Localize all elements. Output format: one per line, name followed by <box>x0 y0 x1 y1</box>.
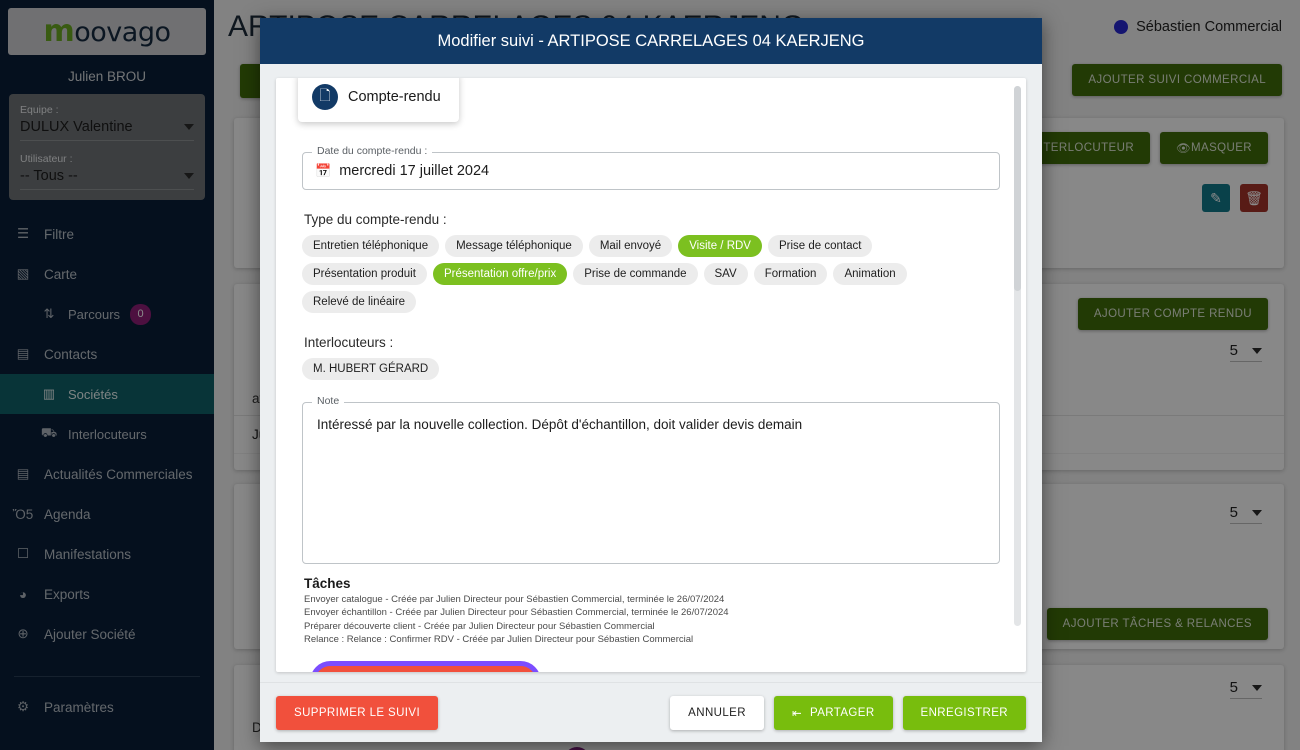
delete-compte-rendu-button[interactable]: SUPPRIMER LE COMPTE-RENDU <box>315 665 536 672</box>
compte-rendu-form: 🗋 Compte-rendu Date du compte-rendu : 📅 … <box>276 78 1026 672</box>
type-chip[interactable]: SAV <box>703 263 748 285</box>
note-field[interactable]: Note Intéressé par la nouvelle collectio… <box>302 395 1000 564</box>
document-icon: 🗋 <box>312 84 338 110</box>
tasks-title: Tâches <box>304 576 351 591</box>
type-chip[interactable]: Présentation offre/prix <box>432 263 568 285</box>
task-item: Envoyer échantillon - Créée par Julien D… <box>304 607 729 619</box>
date-field-value: mercredi 17 juillet 2024 <box>339 163 490 179</box>
interlocuteur-chip-group: M. HUBERT GÉRARD <box>302 358 962 380</box>
task-item: Relance : Relance : Confirmer RDV - Créé… <box>304 634 694 646</box>
type-chip[interactable]: Animation <box>833 263 907 285</box>
type-chip[interactable]: Prise de contact <box>767 235 873 257</box>
task-item: Préparer découverte client - Créée par J… <box>304 620 655 632</box>
type-chip[interactable]: Message téléphonique <box>445 235 583 257</box>
note-textarea[interactable]: Intéressé par la nouvelle collection. Dé… <box>317 415 985 435</box>
tasks-list: Envoyer catalogue - Créée par Julien Dir… <box>302 593 1000 647</box>
cancel-button[interactable]: ANNULER <box>670 695 764 730</box>
date-field[interactable]: Date du compte-rendu : 📅 mercredi 17 jui… <box>302 145 1000 190</box>
share-label: PARTAGER <box>809 706 875 719</box>
type-chip[interactable]: Mail envoyé <box>588 235 673 257</box>
modal-body: 🗋 Compte-rendu Date du compte-rendu : 📅 … <box>260 64 1042 682</box>
type-chip[interactable]: Relevé de linéaire <box>302 291 417 313</box>
app-root: moovago Julien BROU Equipe : DULUX Valen… <box>0 0 1300 750</box>
modal-scrollbar-track[interactable] <box>1014 86 1021 626</box>
type-pill-label: Compte-rendu <box>348 89 441 105</box>
type-chip[interactable]: Présentation produit <box>302 263 427 285</box>
date-field-legend: Date du compte-rendu : <box>312 145 433 157</box>
type-chip[interactable]: Prise de commande <box>573 263 698 285</box>
compte-rendu-type-pill[interactable]: 🗋 Compte-rendu <box>298 78 459 122</box>
type-chip[interactable]: Visite / RDV <box>678 235 762 257</box>
type-chip-group: Entretien téléphonique Message téléphoniq… <box>302 235 962 313</box>
modal-title: Modifier suivi - ARTIPOSE CARRELAGES 04 … <box>260 18 1042 64</box>
modal-footer: SUPPRIMER LE SUIVI ANNULER ⇤ PARTAGER EN… <box>260 682 1042 742</box>
type-section-label: Type du compte-rendu : <box>304 212 447 227</box>
delete-suivi-button[interactable]: SUPPRIMER LE SUIVI <box>276 695 439 730</box>
share-button[interactable]: ⇤ PARTAGER <box>773 695 893 730</box>
modal-scrollbar-thumb[interactable] <box>1014 86 1021 291</box>
edit-suivi-modal: Modifier suivi - ARTIPOSE CARRELAGES 04 … <box>260 18 1042 742</box>
delete-compte-rendu-ring: SUPPRIMER LE COMPTE-RENDU <box>310 660 541 672</box>
type-chip[interactable]: Formation <box>753 263 828 285</box>
interlocuteur-chip[interactable]: M. HUBERT GÉRARD <box>302 358 440 380</box>
note-legend: Note <box>312 395 345 407</box>
task-item: Envoyer catalogue - Créée par Julien Dir… <box>304 594 725 605</box>
share-icon: ⇤ <box>791 707 802 720</box>
calendar-icon: 📅 <box>315 163 332 178</box>
save-button[interactable]: ENREGISTRER <box>902 695 1026 730</box>
type-chip[interactable]: Entretien téléphonique <box>302 235 440 257</box>
interlocuteurs-label: Interlocuteurs : <box>304 335 394 350</box>
